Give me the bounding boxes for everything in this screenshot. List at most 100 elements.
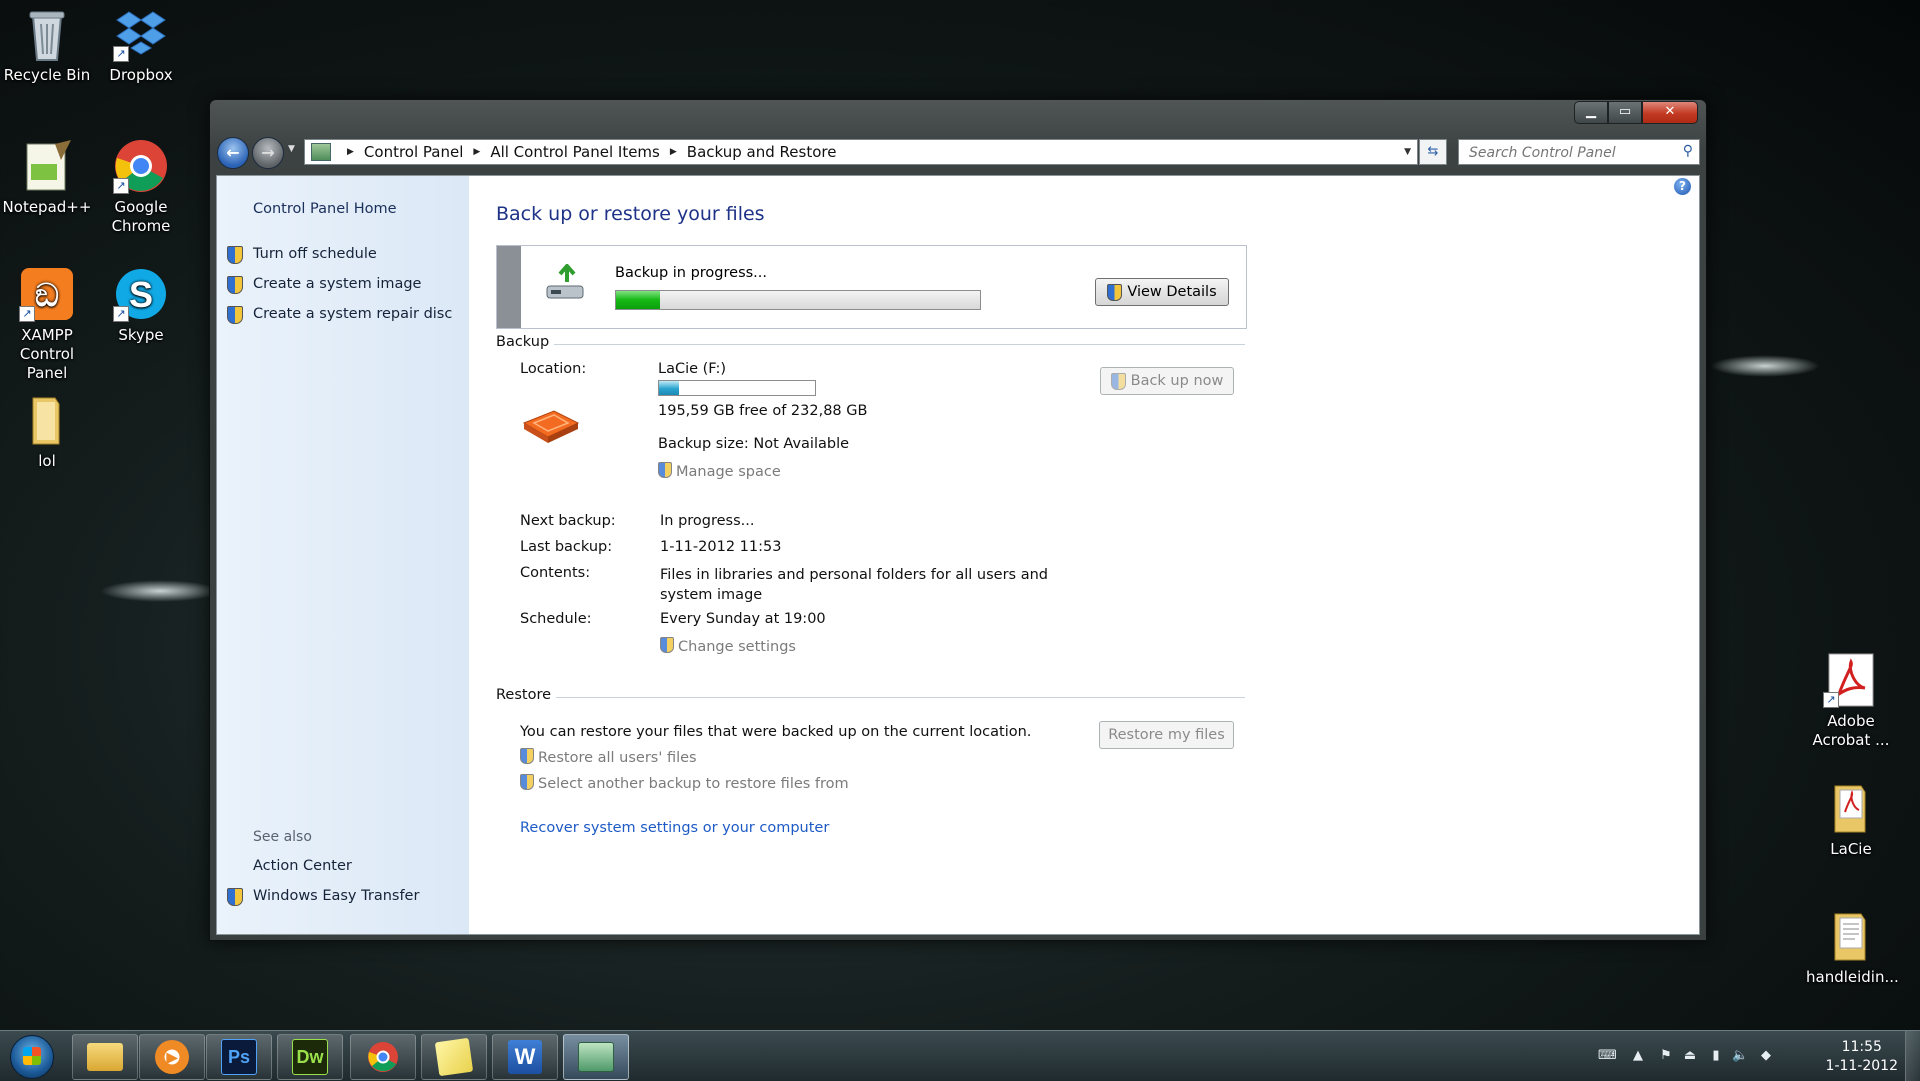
clock[interactable]: 11:55 1-11-2012 bbox=[1826, 1038, 1898, 1076]
desktop-icon-lol-folder[interactable]: lol bbox=[2, 392, 92, 471]
uac-shield-icon bbox=[1107, 283, 1123, 301]
desktop-icon-label: LaCie bbox=[1830, 840, 1872, 858]
back-up-now-button[interactable]: Back up now bbox=[1100, 367, 1234, 395]
taskbar-photoshop[interactable]: Ps bbox=[206, 1034, 272, 1080]
dropbox-tray-icon[interactable]: ◆ bbox=[1758, 1048, 1774, 1064]
link-label: Change settings bbox=[678, 639, 796, 655]
skype-icon: S ↗ bbox=[113, 266, 169, 322]
taskbar-media-player[interactable]: ▶ bbox=[139, 1034, 205, 1080]
taskbar-dreamweaver[interactable]: Dw bbox=[277, 1034, 343, 1080]
turn-off-schedule-link[interactable]: Turn off schedule bbox=[227, 246, 377, 264]
search-input[interactable] bbox=[1467, 142, 1671, 164]
control-panel-home-link[interactable]: Control Panel Home bbox=[253, 201, 397, 217]
breadcrumb-separator-icon[interactable]: ▶ bbox=[347, 147, 354, 157]
desktop-icon-label: Dropbox bbox=[109, 66, 173, 84]
shortcut-arrow-icon: ↗ bbox=[1823, 692, 1839, 708]
desktop-icon-google-chrome[interactable]: ↗ Google Chrome bbox=[96, 138, 186, 236]
select-another-backup-link[interactable]: Select another backup to restore files f… bbox=[520, 774, 849, 792]
volume-icon[interactable]: 🔈 bbox=[1732, 1048, 1748, 1064]
start-button[interactable] bbox=[10, 1035, 54, 1079]
control-panel-icon bbox=[578, 1042, 614, 1072]
breadcrumb-backup-and-restore[interactable]: Backup and Restore bbox=[687, 143, 837, 161]
svg-text:S: S bbox=[129, 274, 153, 315]
uac-shield-icon bbox=[227, 306, 243, 324]
action-center-flag-icon[interactable]: ⚑ bbox=[1658, 1048, 1674, 1064]
desktop-icon-xampp[interactable]: ඞ ↗ XAMPP Control Panel bbox=[2, 266, 92, 383]
taskbar-windows-explorer[interactable] bbox=[72, 1034, 138, 1080]
uac-shield-icon bbox=[227, 276, 243, 294]
search-box[interactable]: ⚲ bbox=[1458, 139, 1700, 165]
location-value: LaCie (F:) bbox=[658, 361, 727, 377]
desktop-icon-dropbox[interactable]: ↗ Dropbox bbox=[96, 6, 186, 85]
desktop-icon-notepad-plus-plus[interactable]: Notepad++ bbox=[2, 138, 92, 217]
uac-shield-icon bbox=[520, 748, 534, 764]
taskbar-word[interactable]: W bbox=[492, 1034, 558, 1080]
refresh-button[interactable]: ⇆ bbox=[1419, 139, 1447, 165]
last-backup-label: Last backup: bbox=[520, 539, 613, 555]
shortcut-arrow-icon: ↗ bbox=[113, 306, 129, 322]
clock-date: 1-11-2012 bbox=[1825, 1058, 1898, 1074]
forward-button[interactable]: → bbox=[252, 137, 284, 169]
minimize-button[interactable]: ▁ bbox=[1574, 101, 1608, 124]
link-label: Manage space bbox=[676, 464, 781, 480]
button-label: Back up now bbox=[1130, 373, 1224, 389]
chrome-icon bbox=[366, 1040, 400, 1074]
search-icon[interactable]: ⚲ bbox=[1683, 143, 1693, 159]
dropbox-icon: ↗ bbox=[113, 6, 169, 62]
photoshop-icon: Ps bbox=[221, 1039, 257, 1075]
recent-pages-dropdown[interactable]: ▼ bbox=[288, 144, 295, 154]
show-desktop-button[interactable] bbox=[1905, 1031, 1920, 1081]
taskbar-control-panel[interactable] bbox=[563, 1034, 629, 1080]
address-dropdown-icon[interactable]: ▼ bbox=[1404, 147, 1411, 157]
uac-shield-icon bbox=[660, 637, 674, 653]
xampp-icon: ඞ ↗ bbox=[19, 266, 75, 322]
background-light-streak bbox=[100, 580, 220, 602]
breadcrumb-separator-icon[interactable]: ▶ bbox=[473, 147, 480, 157]
taskbar: ▶ Ps Dw W ⌨ ▲ ⚑ ⏏ ▮ 🔈 ◆ 11:55 1-11-2012 bbox=[0, 1030, 1920, 1081]
taskbar-chrome[interactable] bbox=[350, 1034, 416, 1080]
desktop-icon-label: lol bbox=[38, 452, 56, 470]
taskbar-sticky-notes[interactable] bbox=[421, 1034, 487, 1080]
restore-description: You can restore your files that were bac… bbox=[520, 724, 1032, 740]
lacie-folder-icon bbox=[1823, 780, 1879, 836]
desktop-icon-adobe-acrobat[interactable]: ↗ Adobe Acrobat ... bbox=[1806, 652, 1896, 750]
left-navigation-pane: Control Panel Home Turn off schedule Cre… bbox=[217, 176, 469, 934]
button-label: Restore my files bbox=[1108, 727, 1225, 743]
desktop-icon-lacie-folder[interactable]: LaCie bbox=[1806, 780, 1896, 859]
safely-remove-hardware-icon[interactable]: ⏏ bbox=[1682, 1048, 1698, 1064]
desktop-icon-recycle-bin[interactable]: Recycle Bin bbox=[2, 6, 92, 85]
breadcrumb-separator-icon[interactable]: ▶ bbox=[670, 147, 677, 157]
desktop-icon-label: handleidin... bbox=[1806, 968, 1899, 986]
contents-label: Contents: bbox=[520, 565, 591, 581]
clock-time: 11:55 bbox=[1841, 1039, 1882, 1055]
view-details-button[interactable]: View Details bbox=[1095, 278, 1229, 306]
change-settings-link[interactable]: Change settings bbox=[660, 637, 796, 655]
desktop-icon-skype[interactable]: S ↗ Skype bbox=[96, 266, 186, 345]
recover-system-settings-link[interactable]: Recover system settings or your computer bbox=[520, 820, 829, 836]
dreamweaver-icon: Dw bbox=[292, 1039, 328, 1075]
backup-in-progress-icon bbox=[545, 262, 587, 302]
keyboard-icon[interactable]: ⌨ bbox=[1598, 1048, 1617, 1064]
breadcrumb-control-panel[interactable]: Control Panel bbox=[364, 143, 463, 161]
close-button[interactable]: ✕ bbox=[1642, 101, 1698, 124]
uac-shield-icon bbox=[520, 774, 534, 790]
manage-space-link[interactable]: Manage space bbox=[658, 462, 781, 480]
show-hidden-icons-button[interactable]: ▲ bbox=[1630, 1048, 1646, 1064]
window-controls: ▁ ▭ ✕ bbox=[1574, 101, 1698, 124]
restore-all-users-files-link[interactable]: Restore all users' files bbox=[520, 748, 697, 766]
notepad-plus-plus-icon bbox=[19, 138, 75, 194]
address-bar[interactable]: ▶ Control Panel ▶ All Control Panel Item… bbox=[304, 139, 1418, 165]
create-system-image-link[interactable]: Create a system image bbox=[227, 276, 421, 294]
desktop-icon-handleiding-folder[interactable]: handleidin... bbox=[1806, 908, 1899, 987]
back-button[interactable]: ← bbox=[217, 137, 249, 169]
windows-easy-transfer-link[interactable]: Windows Easy Transfer bbox=[227, 888, 419, 906]
restore-my-files-button[interactable]: Restore my files bbox=[1099, 721, 1234, 749]
schedule-value: Every Sunday at 19:00 bbox=[660, 611, 826, 627]
action-center-link[interactable]: Action Center bbox=[253, 858, 352, 874]
create-system-repair-disc-link[interactable]: Create a system repair disc bbox=[227, 306, 452, 324]
network-signal-icon[interactable]: ▮ bbox=[1708, 1048, 1724, 1064]
uac-shield-icon bbox=[227, 888, 243, 906]
maximize-button[interactable]: ▭ bbox=[1608, 101, 1642, 124]
breadcrumb-all-control-panel-items[interactable]: All Control Panel Items bbox=[490, 143, 660, 161]
backup-progress-fill bbox=[616, 291, 660, 309]
